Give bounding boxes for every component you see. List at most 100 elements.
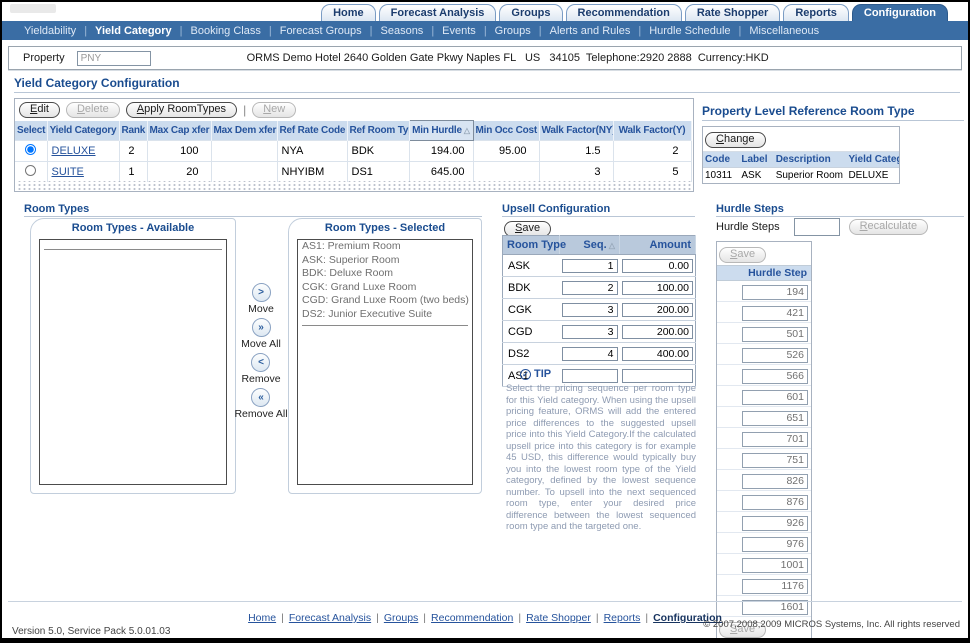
seq-input[interactable] (562, 281, 618, 295)
move-all-button[interactable]: »Move All (241, 318, 281, 350)
tab-home[interactable]: Home (321, 4, 376, 21)
remove-button[interactable]: <Remove (241, 353, 280, 385)
subnav-item-hurdle-schedule[interactable]: Hurdle Schedule (641, 25, 738, 37)
hurdle-step-input[interactable] (742, 432, 808, 447)
recalculate-button[interactable]: Recalculate (849, 219, 929, 235)
sort-asc-icon: △ (607, 241, 615, 250)
amount-input[interactable] (622, 325, 694, 339)
selected-listbox[interactable]: AS1: Premium RoomASK: Superior RoomBDK: … (297, 239, 473, 485)
list-item[interactable]: CGK: Grand Luxe Room (298, 281, 472, 295)
property-label: Property (23, 52, 65, 64)
property-input[interactable] (77, 51, 151, 66)
subnav-item-booking-class[interactable]: Booking Class (183, 25, 269, 37)
hurdle-step-input[interactable] (742, 495, 808, 510)
hurdle-step-row (717, 386, 811, 407)
yield-category-link[interactable]: DELUXE (52, 145, 96, 157)
footer-link-forecast-analysis[interactable]: Forecast Analysis (289, 612, 371, 624)
column-header-walk-factor-y[interactable]: Walk Factor(Y) (613, 121, 691, 141)
cell-min-occ-cost (473, 162, 539, 183)
hurdle-step-input[interactable] (742, 285, 808, 300)
tab-recommendation[interactable]: Recommendation (566, 4, 682, 21)
amount-input[interactable] (622, 303, 694, 317)
hurdle-step-input[interactable] (742, 453, 808, 468)
cell-yield-category: DELUXE (47, 141, 119, 162)
column-header-yield-category[interactable]: Yield Category (47, 121, 119, 141)
move-all-icon: » (252, 318, 271, 337)
yield-table: SelectYield CategoryRankMax Cap xferMax … (15, 120, 692, 182)
edit-button[interactable]: Edit (19, 102, 60, 118)
seq-input[interactable] (562, 325, 618, 339)
column-header-select[interactable]: Select (15, 121, 47, 141)
tab-configuration[interactable]: Configuration (852, 4, 948, 21)
subnav-item-yieldability[interactable]: Yieldability (16, 25, 84, 37)
footer-link-home[interactable]: Home (248, 612, 276, 624)
cell-min-occ-cost: 95.00 (473, 141, 539, 162)
cell-ref-room-type: DS1 (347, 162, 409, 183)
column-header-min-occ-cost[interactable]: Min Occ Cost (473, 121, 539, 141)
subnav-item-groups[interactable]: Groups (487, 25, 539, 37)
upsell-column-seq[interactable]: Seq. △ (560, 236, 620, 255)
available-listbox[interactable] (39, 239, 227, 485)
upsell-tip: ✓ TIP Select the pricing sequence per ro… (506, 368, 696, 533)
hurdle-step-input[interactable] (742, 516, 808, 531)
column-header-ref-rate-code[interactable]: Ref Rate Code (277, 121, 347, 141)
new-button[interactable]: New (252, 102, 296, 118)
hurdle-steps-label: Hurdle Steps (716, 221, 780, 233)
hurdle-step-input[interactable] (742, 537, 808, 552)
hurdle-step-input[interactable] (742, 390, 808, 405)
move-button[interactable]: >Move (248, 283, 274, 315)
tab-rate-shopper[interactable]: Rate Shopper (685, 4, 781, 21)
tab-forecast-analysis[interactable]: Forecast Analysis (379, 4, 497, 21)
list-item[interactable]: DS2: Junior Executive Suite (298, 308, 472, 322)
hurdle-step-input[interactable] (742, 579, 808, 594)
subnav-item-seasons[interactable]: Seasons (373, 25, 432, 37)
subnav-item-forecast-groups[interactable]: Forecast Groups (272, 25, 370, 37)
seq-input[interactable] (562, 259, 618, 273)
amount-input[interactable] (622, 347, 694, 361)
hurdle-step-row (717, 512, 811, 533)
cell-max-cap-xfer: 20 (147, 162, 211, 183)
column-header-walk-factor-ny[interactable]: Walk Factor(NY) (539, 121, 613, 141)
amount-input[interactable] (622, 281, 694, 295)
column-header-max-dem-xfer[interactable]: Max Dem xfer (211, 121, 277, 141)
hurdle-save-top-button[interactable]: Save (719, 247, 766, 263)
list-item[interactable]: ASK: Superior Room (298, 254, 472, 268)
column-header-rank[interactable]: Rank (119, 121, 147, 141)
hurdle-step-input[interactable] (742, 348, 808, 363)
yield-category-link[interactable]: SUITE (52, 166, 84, 178)
subnav-item-yield-category[interactable]: Yield Category (87, 25, 180, 37)
cell-walk-factor-ny: 1.5 (539, 141, 613, 162)
seq-input[interactable] (562, 347, 618, 361)
list-item[interactable]: CGD: Grand Luxe Room (two beds) (298, 294, 472, 308)
seq-input[interactable] (562, 303, 618, 317)
remove-all-button[interactable]: «Remove All (234, 388, 287, 420)
hurdle-step-input[interactable] (742, 306, 808, 321)
apply-roomtypes-button[interactable]: Apply RoomTypes (126, 102, 237, 118)
footer-link-groups[interactable]: Groups (384, 612, 418, 624)
footer-link-rate-shopper[interactable]: Rate Shopper (526, 612, 591, 624)
hurdle-step-input[interactable] (742, 411, 808, 426)
hurdle-steps-input[interactable] (794, 218, 840, 236)
column-header-ref-room-type[interactable]: Ref Room Type (347, 121, 409, 141)
yield-row-radio[interactable] (25, 165, 36, 176)
hurdle-step-input[interactable] (742, 327, 808, 342)
yield-row-radio[interactable] (25, 144, 36, 155)
list-item[interactable]: AS1: Premium Room (298, 240, 472, 254)
hurdle-step-input[interactable] (742, 558, 808, 573)
change-button[interactable]: Change (705, 132, 766, 148)
footer-link-recommendation[interactable]: Recommendation (431, 612, 513, 624)
amount-input[interactable] (622, 259, 694, 273)
subnav-item-miscellaneous[interactable]: Miscellaneous (741, 25, 827, 37)
subnav-item-alerts-and-rules[interactable]: Alerts and Rules (542, 25, 639, 37)
subnav-item-events[interactable]: Events (434, 25, 484, 37)
tab-reports[interactable]: Reports (783, 4, 849, 21)
footer-link-reports[interactable]: Reports (604, 612, 641, 624)
column-header-max-cap-xfer[interactable]: Max Cap xfer (147, 121, 211, 141)
column-header-min-hurdle[interactable]: Min Hurdle △ (409, 121, 473, 141)
tab-groups[interactable]: Groups (499, 4, 562, 21)
list-item[interactable]: BDK: Deluxe Room (298, 267, 472, 281)
hurdle-step-input[interactable] (742, 369, 808, 384)
delete-button[interactable]: Delete (66, 102, 120, 118)
hurdle-step-input[interactable] (742, 474, 808, 489)
ref-column-yield-category: Yield Category (846, 152, 899, 168)
